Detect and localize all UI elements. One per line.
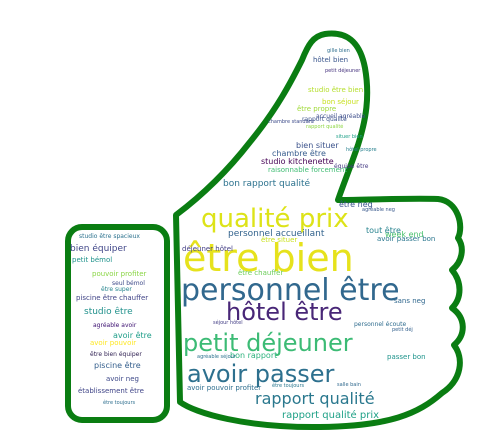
- word: gille bien: [327, 48, 350, 54]
- word: salle bain: [337, 382, 361, 388]
- word: accueil agréable: [316, 113, 366, 120]
- word: être toujours: [103, 399, 136, 406]
- word-cloud: être bien personnel être qualité prix hô…: [0, 0, 484, 447]
- word: pouvoir profiter: [92, 270, 147, 278]
- word: être situer: [261, 236, 297, 244]
- word: hôtel propre: [346, 146, 377, 153]
- word: rapport qualité: [255, 389, 375, 408]
- word: piscine être: [94, 360, 141, 370]
- word: bien situer: [296, 141, 339, 150]
- word: petit déj: [392, 326, 413, 333]
- word: studio être: [84, 306, 133, 317]
- word: bon séjour: [322, 98, 359, 106]
- word: studio être spacieux: [79, 233, 140, 240]
- word: studio kitchenette: [261, 157, 334, 166]
- thumbs-up-word-cloud: être bien personnel être qualité prix hô…: [65, 30, 466, 431]
- word: bien équiper: [70, 243, 127, 254]
- word: chambre standard: [268, 119, 314, 125]
- word: piscine être chauffer: [76, 294, 148, 302]
- word: être toujours: [272, 382, 305, 389]
- word: hôtel être: [226, 298, 343, 326]
- word: équipe être: [334, 163, 369, 170]
- word: petit bémol: [72, 256, 112, 264]
- word: être bien équiper: [90, 351, 142, 358]
- word: être chauffer: [238, 269, 283, 277]
- word: être propre: [297, 105, 336, 113]
- word: avoir passer bon: [377, 235, 435, 243]
- word: avoir pouvoir: [90, 339, 136, 347]
- word: bon rapport: [230, 351, 277, 360]
- word: sans neg: [394, 297, 425, 305]
- word: passer bon: [387, 353, 426, 361]
- word: petit déjeuner: [325, 67, 361, 74]
- word: rapport qualité prix: [282, 409, 379, 421]
- word: studio être bien: [308, 86, 363, 94]
- word: bon rapport qualité: [223, 178, 310, 189]
- word: tout être: [366, 225, 401, 235]
- word: être super: [101, 286, 132, 293]
- word: hôtel bien: [313, 56, 348, 64]
- word: avoir pouvoir profiter: [187, 384, 261, 392]
- word: agréable neg: [362, 206, 395, 213]
- word: séjour hôtel: [213, 319, 243, 326]
- word: agréable séjour: [197, 353, 237, 360]
- word: avoir neg: [106, 375, 139, 383]
- word: déjeuner hôtel: [182, 245, 233, 253]
- word: agréable avoir: [93, 322, 137, 329]
- word: établissement être: [78, 387, 144, 395]
- word: situer bien: [336, 134, 363, 140]
